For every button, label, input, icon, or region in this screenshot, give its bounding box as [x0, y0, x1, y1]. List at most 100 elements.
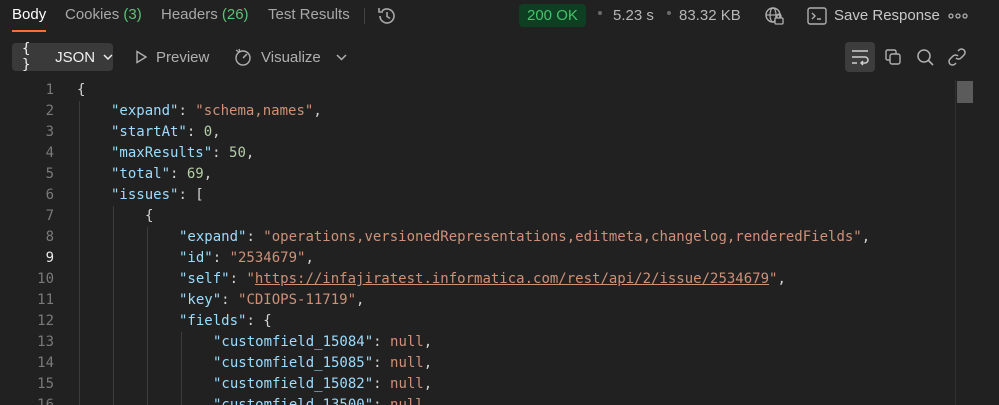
code-token: "2534679": [229, 250, 306, 266]
headers-count-badge: (26): [221, 6, 249, 23]
code-token: :: [212, 250, 230, 266]
code-token: ,: [245, 145, 255, 161]
code-line[interactable]: 13 "customfield_15084": null,: [0, 332, 955, 353]
search-button[interactable]: [910, 42, 940, 72]
code-token: "key": [179, 292, 222, 308]
response-body-editor[interactable]: 1{2 "expand": "schema,names", 3 "startAt": …: [0, 80, 955, 405]
code-text: "issues": [: [111, 185, 204, 206]
code-token: "startAt": [111, 124, 187, 140]
separator-dot: [667, 11, 671, 15]
code-token: "expand": [111, 103, 179, 119]
response-time[interactable]: 5.23 s: [613, 5, 654, 27]
code-line[interactable]: 14 "customfield_15085": null,: [0, 353, 955, 374]
code-text: "maxResults": 50,: [111, 143, 254, 164]
code-token: "operations,versionedRepresentations,edi…: [263, 229, 862, 245]
code-token: ,: [861, 229, 871, 245]
line-number: 16: [37, 397, 54, 405]
code-text: "id": "2534679",: [179, 248, 314, 269]
code-line[interactable]: 7{: [0, 206, 955, 227]
code-line[interactable]: 6 "issues": [: [0, 185, 955, 206]
tab-test-results-label: Test Results: [268, 6, 350, 23]
code-token: "customfield_13500": [213, 397, 374, 405]
response-toolbar: { } JSON Preview Visualize: [0, 38, 999, 76]
code-token: :: [373, 334, 391, 350]
scrollbar-thumb[interactable]: [957, 81, 973, 103]
globe-lock-icon[interactable]: [764, 6, 784, 26]
code-token: 50: [229, 145, 246, 161]
code-token: :: [178, 103, 196, 119]
code-line[interactable]: 9 "id": "2534679",: [0, 248, 955, 269]
code-token: ,: [777, 271, 786, 287]
copy-button[interactable]: [878, 42, 908, 72]
format-select[interactable]: { } JSON: [12, 41, 113, 73]
code-line[interactable]: 4 "maxResults": 50,: [0, 143, 955, 164]
line-number: 5: [45, 166, 54, 182]
response-size[interactable]: 83.32 KB: [679, 5, 741, 27]
code-token: "schema,names": [195, 103, 314, 119]
code-line[interactable]: 8 "expand": "operations,versionedRepresen…: [0, 227, 955, 248]
scrollbar-track[interactable]: [955, 80, 975, 405]
line-number: 9: [45, 250, 54, 266]
code-token: ,: [423, 397, 433, 405]
tab-cookies[interactable]: Cookies (3): [65, 0, 142, 32]
line-number: 8: [45, 229, 54, 245]
braces-icon: { }: [22, 41, 31, 73]
code-text: "key": "CDIOPS-11719",: [179, 290, 364, 311]
status-badge[interactable]: 200 OK: [519, 4, 586, 27]
code-token: "customfield_15082": [213, 376, 374, 392]
code-text: "total": 69,: [111, 164, 212, 185]
history-icon[interactable]: [376, 5, 398, 27]
code-token[interactable]: https://infajiratest.informatica.com/res…: [255, 271, 769, 287]
code-token: :: [373, 355, 391, 371]
code-token: ,: [423, 376, 433, 392]
code-token: ,: [203, 166, 213, 182]
link-button[interactable]: [942, 42, 972, 72]
code-token: null: [390, 376, 424, 392]
more-icon[interactable]: [948, 9, 968, 23]
tab-body-label: Body: [12, 6, 47, 23]
code-line[interactable]: 5 "total": 69,: [0, 164, 955, 185]
code-text: "startAt": 0,: [111, 122, 221, 143]
line-number: 12: [37, 313, 54, 329]
line-number: 10: [37, 271, 54, 287]
code-line[interactable]: 15 "customfield_15082": null,: [0, 374, 955, 395]
code-line[interactable]: 10 "self": "https://infajiratest.informat…: [0, 269, 955, 290]
code-token: :: [373, 397, 391, 405]
code-line[interactable]: 11 "key": "CDIOPS-11719",: [0, 290, 955, 311]
code-line[interactable]: 1{: [0, 80, 955, 101]
line-number: 3: [45, 124, 54, 140]
code-token: null: [390, 334, 424, 350]
divider: [364, 8, 365, 24]
code-token: :: [186, 124, 204, 140]
code-text: "customfield_13500": null,: [213, 395, 432, 405]
tab-body[interactable]: Body: [12, 0, 47, 32]
code-token: "expand": [179, 229, 247, 245]
code-token: ,: [313, 103, 322, 119]
copy-icon: [885, 49, 901, 65]
tab-test-results[interactable]: Test Results: [268, 0, 350, 32]
code-token: "fields": [179, 313, 247, 329]
line-number: 1: [45, 82, 54, 98]
chevron-down-icon[interactable]: [335, 51, 348, 64]
code-token: ,: [423, 334, 433, 350]
code-token: ,: [423, 355, 433, 371]
separator-dot: [598, 11, 602, 15]
tab-headers[interactable]: Headers (26): [161, 0, 249, 32]
code-line[interactable]: 3 "startAt": 0,: [0, 122, 955, 143]
visualize-button[interactable]: Visualize: [233, 46, 321, 68]
save-icon[interactable]: [807, 7, 827, 25]
save-response-button[interactable]: Save Response: [834, 5, 940, 27]
preview-button[interactable]: Preview: [134, 46, 209, 68]
code-line[interactable]: 16 "customfield_13500": null,: [0, 395, 955, 405]
code-token: "issues": [111, 187, 179, 203]
line-number: 7: [45, 208, 54, 224]
visualize-label: Visualize: [261, 48, 321, 66]
wrap-lines-button[interactable]: [845, 42, 875, 72]
code-text: {: [77, 80, 85, 101]
code-line[interactable]: 12 "fields": {: [0, 311, 955, 332]
format-label: JSON: [55, 48, 96, 66]
code-text: "fields": {: [179, 311, 272, 332]
search-icon: [917, 49, 934, 66]
code-line[interactable]: 2 "expand": "schema,names",: [0, 101, 955, 122]
code-text: "customfield_15085": null,: [213, 353, 432, 374]
